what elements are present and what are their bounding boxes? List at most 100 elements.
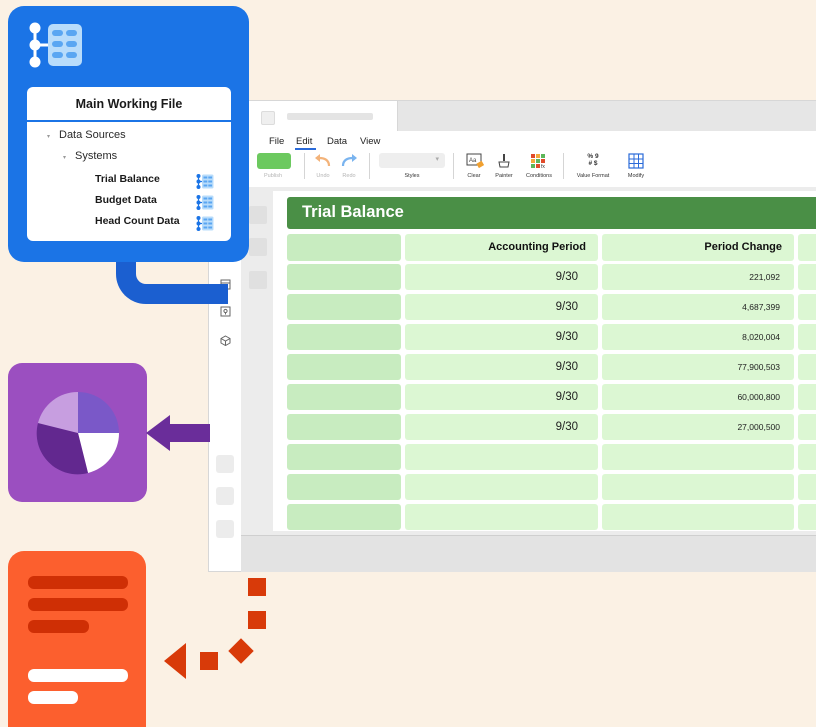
tree-node-systems[interactable]: Systems (75, 150, 117, 162)
clear-label: Clear (467, 173, 481, 179)
chevron-down-icon[interactable]: ▾ (47, 133, 50, 140)
row-gutter-handle[interactable] (249, 271, 267, 289)
accounting-period-cell[interactable]: 9/30 (405, 384, 598, 410)
spreadsheet-window: File Edit Data View Publish Undo Redo ▾ … (208, 100, 816, 572)
menu-view[interactable]: View (360, 136, 380, 147)
panel-title: Main Working File (75, 97, 183, 111)
overflow-cell[interactable] (798, 324, 816, 350)
publish-label: Publish (263, 173, 283, 179)
dashed-connector-segment (248, 611, 266, 629)
chevron-down-icon[interactable]: ▾ (63, 154, 66, 161)
accounting-period-cell[interactable]: 9/30 (405, 324, 598, 350)
tree-item-head-count-data[interactable]: Head Count Data (95, 215, 180, 227)
pie-chart-icon (36, 391, 120, 475)
document-line (28, 620, 89, 633)
period-change-cell[interactable] (602, 474, 794, 500)
rail-button[interactable] (216, 520, 234, 538)
sheet-title: Trial Balance (302, 203, 404, 221)
overflow-cell[interactable] (798, 474, 816, 500)
accounting-period-cell[interactable] (405, 474, 598, 500)
pie-chart-tile (8, 363, 147, 502)
row-key-cell[interactable] (287, 294, 401, 320)
arrow-left-icon (146, 415, 210, 451)
row-key-cell[interactable] (287, 264, 401, 290)
period-change-cell[interactable]: 60,000,800 (602, 384, 794, 410)
row-key-cell[interactable] (287, 384, 401, 410)
overflow-cell[interactable] (798, 294, 816, 320)
painter-icon[interactable] (496, 153, 512, 169)
accounting-period-cell[interactable]: 9/30 (405, 414, 598, 440)
row-key-cell[interactable] (287, 414, 401, 440)
row-key-cell[interactable] (287, 324, 401, 350)
overflow-cell[interactable] (798, 354, 816, 380)
svg-text:Aa: Aa (469, 158, 477, 164)
row-gutter-handle[interactable] (249, 206, 267, 224)
column-header[interactable] (798, 234, 816, 261)
tree-structure-icon (29, 22, 82, 68)
undo-icon[interactable] (313, 154, 333, 168)
period-change-cell[interactable] (602, 444, 794, 470)
value-format-label: Value Format (576, 173, 610, 179)
publish-button[interactable] (257, 153, 291, 169)
accounting-period-cell[interactable]: 9/30 (405, 294, 598, 320)
menu-file[interactable]: File (269, 136, 284, 147)
location-icon[interactable] (220, 306, 231, 317)
period-change-cell[interactable]: 77,900,503 (602, 354, 794, 380)
modify-icon[interactable] (628, 153, 644, 169)
period-change-cell[interactable]: 4,687,399 (602, 294, 794, 320)
dashed-connector-segment (248, 578, 266, 596)
conditions-icon[interactable]: fx (530, 153, 548, 169)
menu-data[interactable]: Data (327, 136, 347, 147)
clear-icon[interactable]: Aa (466, 153, 484, 169)
dashed-connector-segment (200, 652, 218, 670)
tree-structure-icon (196, 216, 214, 231)
painter-label: Painter (495, 173, 513, 179)
accounting-period-cell[interactable] (405, 444, 598, 470)
period-change-cell[interactable]: 221,092 (602, 264, 794, 290)
rail-button[interactable] (216, 455, 234, 473)
tree-item-trial-balance[interactable]: Trial Balance (95, 173, 160, 185)
tree-item-budget-data[interactable]: Budget Data (95, 194, 157, 206)
tree-structure-icon (196, 174, 214, 189)
row-key-cell[interactable] (287, 504, 401, 530)
redo-icon[interactable] (339, 154, 359, 168)
overflow-cell[interactable] (798, 414, 816, 440)
data-source-tree: Main Working File ▾ Data Sources ▾ Syste… (27, 87, 231, 241)
document-tile (8, 551, 146, 727)
cube-icon[interactable] (220, 335, 231, 346)
overflow-cell[interactable] (798, 444, 816, 470)
period-change-cell[interactable]: 8,020,004 (602, 324, 794, 350)
svg-text:fx: fx (541, 164, 545, 169)
accounting-period-cell[interactable] (405, 504, 598, 530)
styles-dropdown[interactable]: ▾ (379, 153, 445, 168)
period-change-cell[interactable]: 27,000,500 (602, 414, 794, 440)
row-gutter-handle[interactable] (249, 238, 267, 256)
rail-button[interactable] (216, 487, 234, 505)
document-line (28, 598, 128, 611)
column-header-period-change[interactable]: Period Change (602, 234, 794, 261)
accounting-period-cell[interactable]: 9/30 (405, 264, 598, 290)
overflow-cell[interactable] (798, 384, 816, 410)
overflow-cell[interactable] (798, 504, 816, 530)
ribbon-toolbar: Publish Undo Redo ▾ Styles Aa Clear Pain… (209, 151, 816, 185)
menu-edit[interactable]: Edit (296, 136, 312, 147)
row-key-cell[interactable] (287, 354, 401, 380)
tree-node-data-sources[interactable]: Data Sources (59, 129, 126, 141)
document-line (28, 669, 128, 682)
column-header-accounting-period[interactable]: Accounting Period (405, 234, 598, 261)
value-format-icon[interactable]: % 9 # $ (583, 153, 603, 167)
period-change-cell[interactable] (602, 504, 794, 530)
row-key-cell[interactable] (287, 444, 401, 470)
overflow-cell[interactable] (798, 264, 816, 290)
accounting-period-cell[interactable]: 9/30 (405, 354, 598, 380)
document-line (28, 576, 128, 589)
ribbon-divider (563, 153, 564, 179)
row-key-cell[interactable] (287, 474, 401, 500)
horizontal-scroll-area[interactable] (241, 535, 816, 572)
ribbon-divider (369, 153, 370, 179)
panel-divider (27, 120, 231, 122)
undo-label: Undo (316, 173, 330, 179)
tab-title-placeholder (287, 113, 373, 120)
column-header[interactable] (287, 234, 401, 261)
conditions-label: Conditions (526, 173, 552, 179)
